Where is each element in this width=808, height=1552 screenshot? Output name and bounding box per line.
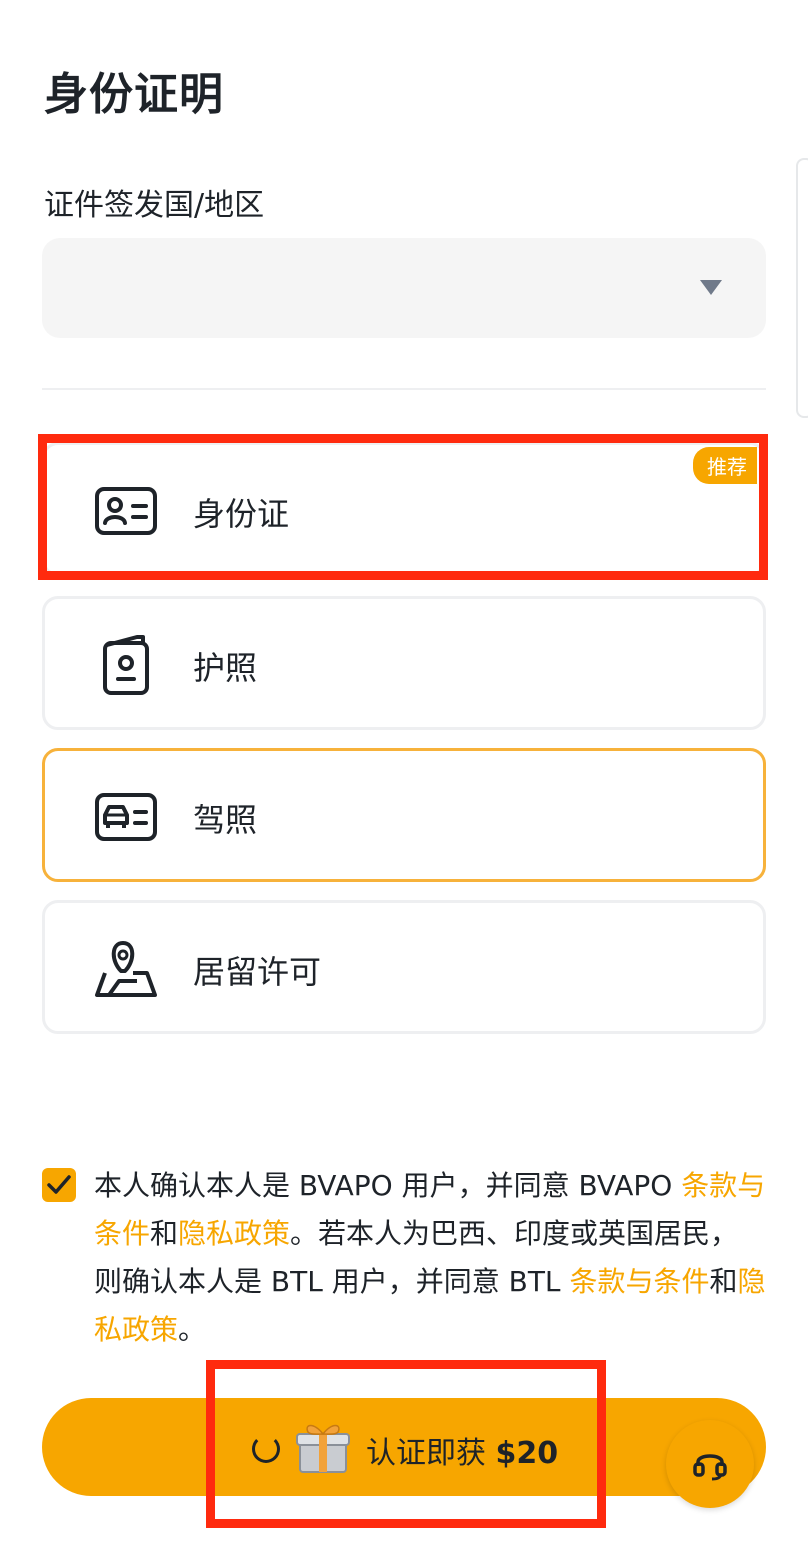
verify-button[interactable]: 认证即获 $20: [42, 1398, 766, 1496]
check-icon: [47, 1175, 71, 1194]
doc-option-id-card[interactable]: 身份证 推荐: [42, 442, 766, 576]
privacy-link[interactable]: 隐私政策: [178, 1217, 290, 1250]
page-title: 身份证明: [44, 69, 224, 120]
doc-option-label: 驾照: [193, 801, 258, 839]
doc-option-label: 身份证: [193, 495, 290, 533]
verify-button-label: 认证即获 $20: [366, 1428, 558, 1472]
verify-button-text: 认证即获: [366, 1436, 496, 1471]
headset-icon: [693, 1454, 727, 1481]
loading-spinner-icon: [252, 1435, 280, 1463]
reward-amount: $20: [495, 1436, 559, 1471]
id-card-icon: [95, 487, 157, 535]
country-select[interactable]: [42, 238, 766, 338]
consent-checkbox[interactable]: [42, 1168, 76, 1202]
passport-icon: [103, 635, 149, 695]
scrollbar[interactable]: [796, 158, 808, 418]
gift-icon: [296, 1424, 350, 1473]
consent-text-part: 。: [178, 1313, 207, 1346]
terms-link[interactable]: 条款与条件: [569, 1265, 709, 1298]
consent-text-part: 本人确认本人是 BVAPO 用户，并同意 BVAPO: [94, 1169, 682, 1202]
consent-text: 本人确认本人是 BVAPO 用户，并同意 BVAPO 条款与条件和隐私政策。若本…: [94, 1162, 766, 1354]
residence-permit-icon: [95, 941, 157, 997]
driver-license-icon: [95, 793, 157, 841]
doc-option-driver-license[interactable]: 驾照: [42, 748, 766, 882]
doc-option-label: 居留许可: [193, 953, 322, 991]
support-button[interactable]: [666, 1420, 754, 1508]
recommended-badge: 推荐: [693, 447, 757, 484]
identity-verification-page: 身份证明 证件签发国/地区 身份证 推荐 护照 驾照 居留许可 本人确认本人是 …: [0, 0, 808, 1552]
divider: [42, 388, 766, 390]
consent-text-part: 和: [150, 1217, 179, 1250]
doc-option-residence-permit[interactable]: 居留许可: [42, 900, 766, 1034]
doc-option-passport[interactable]: 护照: [42, 596, 766, 730]
consent-text-part: 和: [709, 1265, 738, 1298]
caret-down-icon: [700, 280, 722, 295]
doc-option-label: 护照: [193, 649, 258, 687]
country-label: 证件签发国/地区: [44, 188, 265, 223]
